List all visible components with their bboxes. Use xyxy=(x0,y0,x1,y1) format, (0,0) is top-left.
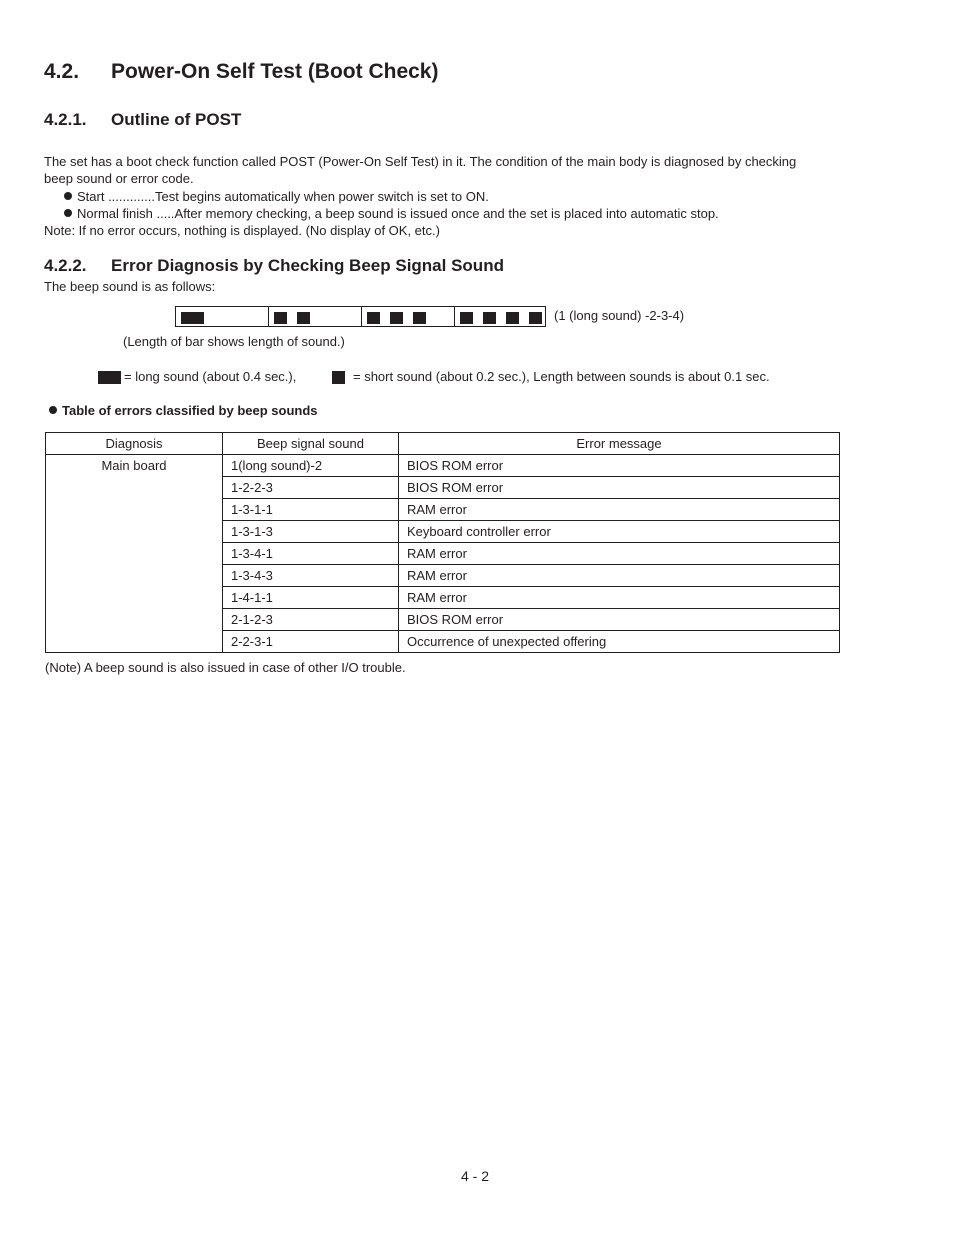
error-message-cell: Occurrence of unexpected offering xyxy=(398,630,840,653)
beep-group-1 xyxy=(176,307,269,326)
table-row: Main board 1(long sound)-2 BIOS ROM error xyxy=(45,454,840,653)
error-message-cell: Keyboard controller error xyxy=(398,520,840,543)
beep-group-2 xyxy=(269,307,362,326)
outline-intro-line2: beep sound or error code. xyxy=(44,171,194,186)
bullet-start: Start .............Test begins automatic… xyxy=(64,188,489,205)
short-beep-mark xyxy=(413,312,426,324)
table-heading: Table of errors classified by beep sound… xyxy=(49,402,318,419)
beep-signal-cell: 1(long sound)-2 xyxy=(222,454,399,477)
beep-signal-cell: 2-1-2-3 xyxy=(222,608,399,631)
page-number: 4 - 2 xyxy=(461,1168,490,1184)
diagnosis-title: Error Diagnosis by Checking Beep Signal … xyxy=(111,256,504,275)
long-sound-legend-icon xyxy=(98,371,121,384)
diagnosis-number: 4.2.2. xyxy=(44,256,87,275)
beep-signal-cell: 2-2-3-1 xyxy=(222,630,399,653)
short-beep-mark xyxy=(274,312,287,324)
beep-pattern-caption: (Length of bar shows length of sound.) xyxy=(123,334,345,349)
outline-title: Outline of POST xyxy=(111,110,242,129)
short-beep-mark xyxy=(367,312,380,324)
diagnosis-intro: The beep sound is as follows: xyxy=(44,279,216,294)
error-message-cell: RAM error xyxy=(398,542,840,565)
diagnosis-cell: Main board xyxy=(45,454,223,653)
section-number: 4.2. xyxy=(44,60,80,83)
short-beep-mark xyxy=(390,312,403,324)
bullet-icon xyxy=(64,192,72,200)
outline-note: Note: If no error occurs, nothing is dis… xyxy=(44,223,440,238)
beep-signal-cell: 1-3-4-3 xyxy=(222,564,399,587)
table-header-row: Diagnosis Beep signal sound Error messag… xyxy=(45,432,840,455)
error-message-cell: BIOS ROM error xyxy=(398,476,840,499)
short-beep-mark xyxy=(483,312,496,324)
section-title-text: Power-On Self Test (Boot Check) xyxy=(111,60,439,83)
error-message-cell: RAM error xyxy=(398,564,840,587)
short-sound-legend-text: = short sound (about 0.2 sec.), Length b… xyxy=(353,369,770,384)
error-table: Diagnosis Beep signal sound Error messag… xyxy=(45,432,840,653)
beep-pattern-label: (1 (long sound) -2-3-4) xyxy=(554,308,685,323)
beep-group-3 xyxy=(362,307,455,326)
error-message-cell: BIOS ROM error xyxy=(398,454,840,477)
table-heading-text: Table of errors classified by beep sound… xyxy=(62,403,318,418)
beep-signal-cell: 1-3-4-1 xyxy=(222,542,399,565)
outline-heading: 4.2.1. Outline of POST xyxy=(44,110,241,130)
bullet-start-text: Start .............Test begins automatic… xyxy=(77,189,489,204)
bullet-normal-finish-text: Normal finish .....After memory checking… xyxy=(77,206,719,221)
bullet-icon xyxy=(49,406,57,414)
error-message-cell: RAM error xyxy=(398,586,840,609)
header-error-message: Error message xyxy=(398,432,840,455)
short-beep-mark xyxy=(460,312,473,324)
long-sound-legend-text: = long sound (about 0.4 sec.), xyxy=(124,369,297,384)
beep-signal-cell: 1-2-2-3 xyxy=(222,476,399,499)
long-beep-mark xyxy=(181,312,204,324)
short-beep-mark xyxy=(529,312,542,324)
beep-signal-cell: 1-3-1-3 xyxy=(222,520,399,543)
error-message-cell: RAM error xyxy=(398,498,840,521)
short-beep-mark xyxy=(297,312,310,324)
bullet-normal-finish: Normal finish .....After memory checking… xyxy=(64,205,719,222)
outline-number: 4.2.1. xyxy=(44,110,87,129)
beep-signal-cell: 1-4-1-1 xyxy=(222,586,399,609)
header-beep-signal: Beep signal sound xyxy=(222,432,399,455)
diagnosis-heading: 4.2.2. Error Diagnosis by Checking Beep S… xyxy=(44,256,504,276)
table-note: (Note) A beep sound is also issued in ca… xyxy=(45,660,406,675)
header-diagnosis: Diagnosis xyxy=(45,432,223,455)
beep-signal-cell: 1-3-1-1 xyxy=(222,498,399,521)
error-message-cell: BIOS ROM error xyxy=(398,608,840,631)
short-beep-mark xyxy=(506,312,519,324)
beep-pattern-diagram xyxy=(175,306,546,327)
bullet-icon xyxy=(64,209,72,217)
section-title: 4.2. Power-On Self Test (Boot Check) xyxy=(44,60,438,84)
outline-intro-line1: The set has a boot check function called… xyxy=(44,154,797,169)
short-sound-legend-icon xyxy=(332,371,345,384)
beep-group-4 xyxy=(455,307,545,326)
